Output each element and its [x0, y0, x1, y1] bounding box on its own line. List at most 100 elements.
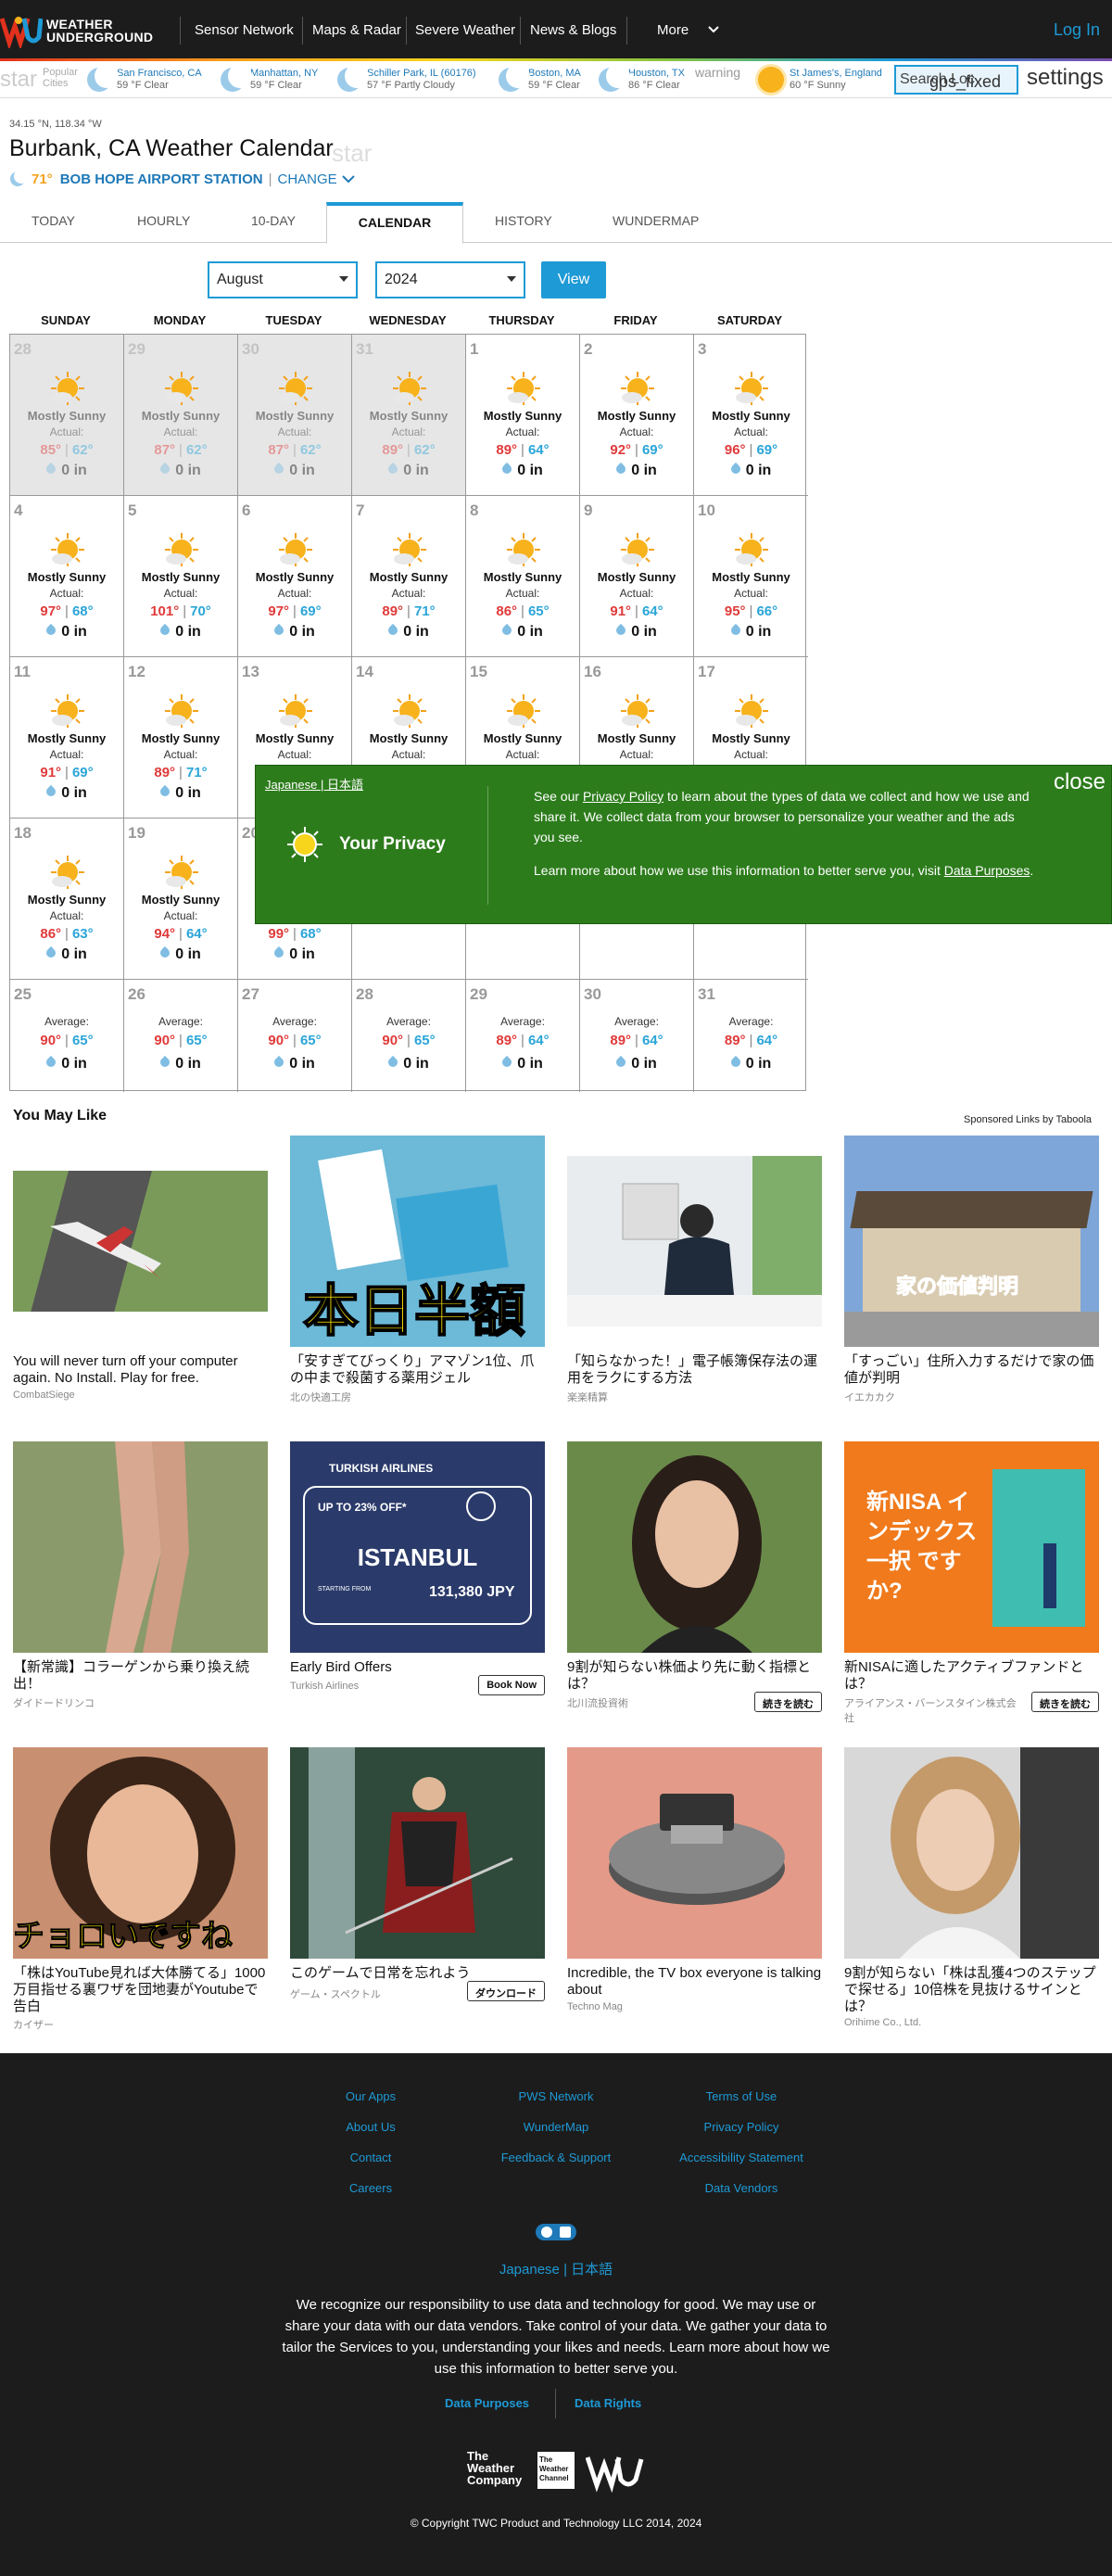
calendar-day-cell[interactable]: 28 Mostly Sunny Actual: 85° | 62° 0 in [10, 335, 124, 496]
calendar-day-cell[interactable]: 18 Mostly Sunny Actual: 86° | 63° 0 in [10, 818, 124, 980]
station-name[interactable]: BOB HOPE AIRPORT STATION [60, 171, 263, 187]
favorite-city-boston[interactable]: Boston, MA 59 °F Clear [497, 64, 581, 95]
ad-title[interactable]: You will never turn off your computer ag… [13, 1353, 268, 1387]
calendar-day-cell[interactable]: 26 Average: 90° | 65° 0 in [124, 980, 238, 1092]
favorite-city-houston[interactable]: Houston, TX 86 °F Clear [597, 64, 685, 95]
favorite-city-san-francisco[interactable]: San Francisco, CA 59 °F Clear [85, 64, 202, 95]
tab-calendar[interactable]: CALENDAR [326, 202, 463, 244]
condition-label: Mostly Sunny [483, 570, 562, 584]
settings-icon[interactable]: settings [1027, 65, 1104, 91]
view-button[interactable]: View [541, 261, 606, 298]
calendar-day-cell[interactable]: 29 Mostly Sunny Actual: 87° | 62° 0 in [124, 335, 238, 496]
favorite-city-schiller-park[interactable]: Schiller Park, IL (60176) 57 °F Partly Cl… [335, 64, 476, 95]
footer-link-data-vendors[interactable]: Data Vendors [649, 2181, 834, 2195]
download-button[interactable]: ダウンロード [467, 1981, 545, 2001]
calendar-day-cell[interactable]: 30 Mostly Sunny Actual: 87° | 62° 0 in [238, 335, 352, 496]
tab-wundermap[interactable]: WUNDERMAP [613, 213, 699, 228]
nav-maps-radar[interactable]: Maps & Radar [312, 22, 401, 38]
precip-value: 0 in [175, 946, 201, 962]
calendar-day-cell[interactable]: 1 Mostly Sunny Actual: 89° | 64° 0 in [466, 335, 580, 496]
change-station-link[interactable]: CHANGE [278, 171, 337, 187]
footer-link-terms[interactable]: Terms of Use [649, 2089, 834, 2103]
wu-footer-logo-icon[interactable] [586, 2452, 645, 2493]
calendar-day-cell[interactable]: 19 Mostly Sunny Actual: 94° | 64° 0 in [124, 818, 238, 980]
calendar-day-cell[interactable]: 9 Mostly Sunny Actual: 91° | 64° 0 in [580, 496, 694, 657]
month-select[interactable]: August [208, 261, 358, 298]
ad-title[interactable]: 「株はYouTube見れば大体勝てる」1000万目指せる裏ワザを団地妻がYout… [13, 1965, 268, 2015]
book-now-button[interactable]: Book Now [478, 1675, 545, 1695]
tab-hourly[interactable]: HOURLY [137, 213, 190, 228]
calendar-day-cell[interactable]: 31 Average: 89° | 64° 0 in [694, 980, 808, 1092]
footer-link-privacy[interactable]: Privacy Policy [649, 2120, 834, 2134]
calendar-day-cell[interactable]: 31 Mostly Sunny Actual: 89° | 62° 0 in [352, 335, 466, 496]
ad-title[interactable]: 「すっごい」住所入力するだけで家の価値が判明 [844, 1353, 1099, 1387]
ad-title[interactable]: このゲームで日常を忘れよう [290, 1965, 545, 1982]
weather-channel-logo[interactable]: The Weather Channel [537, 2452, 575, 2489]
year-select[interactable]: 2024 [375, 261, 525, 298]
footer-link-our-apps[interactable]: Our Apps [278, 2089, 463, 2103]
footer-data-purposes-link[interactable]: Data Purposes [445, 2396, 529, 2410]
gps-fixed-icon[interactable]: gps_fixed [929, 72, 1001, 92]
ad-title[interactable]: 「安すぎてびっくり」アマゾン1位、爪の中まで殺菌する薬用ジェル [290, 1353, 545, 1387]
login-link[interactable]: Log In [1054, 20, 1100, 40]
tab-10-day[interactable]: 10-DAY [251, 213, 296, 228]
favorites-star-icon[interactable]: star [0, 67, 37, 93]
ad-title[interactable]: 9割が知らない「株は乱獲4つのステップで探せる」10倍株を見抜けるサインとは？ [844, 1965, 1099, 2015]
tab-today[interactable]: TODAY [32, 213, 75, 228]
calendar-day-cell[interactable]: 25 Average: 90° | 65° 0 in [10, 980, 124, 1092]
calendar-day-cell[interactable]: 5 Mostly Sunny Actual: 101° | 70° 0 in [124, 496, 238, 657]
nav-news-blogs[interactable]: News & Blogs [530, 22, 616, 38]
fav-city-name: Boston, MA [528, 68, 581, 79]
calendar-day-cell[interactable]: 6 Mostly Sunny Actual: 97° | 69° 0 in [238, 496, 352, 657]
sponsored-label[interactable]: Sponsored Links by Taboola [964, 1114, 1092, 1125]
calendar-day-cell[interactable]: 28 Average: 90° | 65° 0 in [352, 980, 466, 1092]
calendar-day-cell[interactable]: 7 Mostly Sunny Actual: 89° | 71° 0 in [352, 496, 466, 657]
calendar-day-cell[interactable]: 12 Mostly Sunny Actual: 89° | 71° 0 in [124, 657, 238, 818]
wu-logo[interactable]: WEATHER UNDERGROUND [0, 11, 167, 50]
privacy-choices-icon[interactable] [536, 2224, 576, 2240]
nav-sensor-network[interactable]: Sensor Network [195, 22, 294, 38]
footer-link-accessibility[interactable]: Accessibility Statement [649, 2151, 834, 2164]
footer-data-rights-link[interactable]: Data Rights [575, 2396, 641, 2410]
read-more-button[interactable]: 続きを読む [1031, 1692, 1099, 1712]
chevron-down-icon[interactable] [341, 173, 356, 184]
footer-link-pws-network[interactable]: PWS Network [463, 2089, 649, 2103]
nav-severe-weather[interactable]: Severe Weather [415, 22, 515, 38]
ad-title[interactable]: 9割が知らない株価より先に動く指標とは？ [567, 1659, 822, 1693]
calendar-day-cell[interactable]: 8 Mostly Sunny Actual: 86° | 65° 0 in [466, 496, 580, 657]
calendar-day-cell[interactable]: 10 Mostly Sunny Actual: 95° | 66° 0 in [694, 496, 808, 657]
favorite-city-st-james[interactable]: St James's, England 60 °F Sunny [758, 65, 882, 95]
ad-image-knees [13, 1441, 268, 1653]
footer-link-about-us[interactable]: About Us [278, 2120, 463, 2134]
chevron-down-icon[interactable] [706, 22, 721, 37]
ad-title[interactable]: 「知らなかった！」電子帳簿保存法の運用をラクにする方法 [567, 1353, 822, 1387]
calendar-day-cell[interactable]: 2 Mostly Sunny Actual: 92° | 69° 0 in [580, 335, 694, 496]
calendar-day-cell[interactable]: 3 Mostly Sunny Actual: 96° | 69° 0 in [694, 335, 808, 496]
footer-link-careers[interactable]: Careers [278, 2181, 463, 2195]
ad-title[interactable]: Incredible, the TV box everyone is talki… [567, 1965, 822, 1999]
footer-link-contact[interactable]: Contact [278, 2151, 463, 2164]
ad-title[interactable]: 【新常識】コラーゲンから乗り換え続出！ [13, 1659, 268, 1693]
weather-company-logo[interactable]: The Weather Company [467, 2450, 523, 2493]
tab-history[interactable]: HISTORY [495, 213, 552, 228]
nav-more[interactable]: More [657, 22, 689, 38]
read-more-button[interactable]: 続きを読む [754, 1692, 822, 1712]
privacy-close-button[interactable]: close [1054, 769, 1106, 795]
footer-link-wundermap[interactable]: WunderMap [463, 2120, 649, 2134]
favorite-city-manhattan[interactable]: Manhattan, NY 59 °F Clear [219, 64, 318, 95]
calendar-day-cell[interactable]: 27 Average: 90° | 65° 0 in [238, 980, 352, 1092]
calendar-day-cell[interactable]: 30 Average: 89° | 64° 0 in [580, 980, 694, 1092]
privacy-policy-link[interactable]: Privacy Policy [583, 789, 663, 804]
ad-title[interactable]: Early Bird Offers [290, 1659, 545, 1676]
ad-title[interactable]: 新NISAに適したアクティブファンドとは？ [844, 1659, 1099, 1693]
privacy-language-link[interactable]: Japanese | 日本語 [265, 775, 363, 793]
calendar-day-cell[interactable]: 4 Mostly Sunny Actual: 97° | 68° 0 in [10, 496, 124, 657]
footer-link-feedback[interactable]: Feedback & Support [463, 2151, 649, 2164]
condition-label: Mostly Sunny [141, 731, 221, 745]
raindrop-icon [272, 623, 286, 638]
data-purposes-link[interactable]: Data Purposes [944, 863, 1030, 878]
favorite-star-icon[interactable]: star [332, 139, 372, 168]
footer-language-link[interactable]: Japanese | 日本語 [0, 2259, 1112, 2278]
calendar-day-cell[interactable]: 11 Mostly Sunny Actual: 91° | 69° 0 in [10, 657, 124, 818]
calendar-day-cell[interactable]: 29 Average: 89° | 64° 0 in [466, 980, 580, 1092]
